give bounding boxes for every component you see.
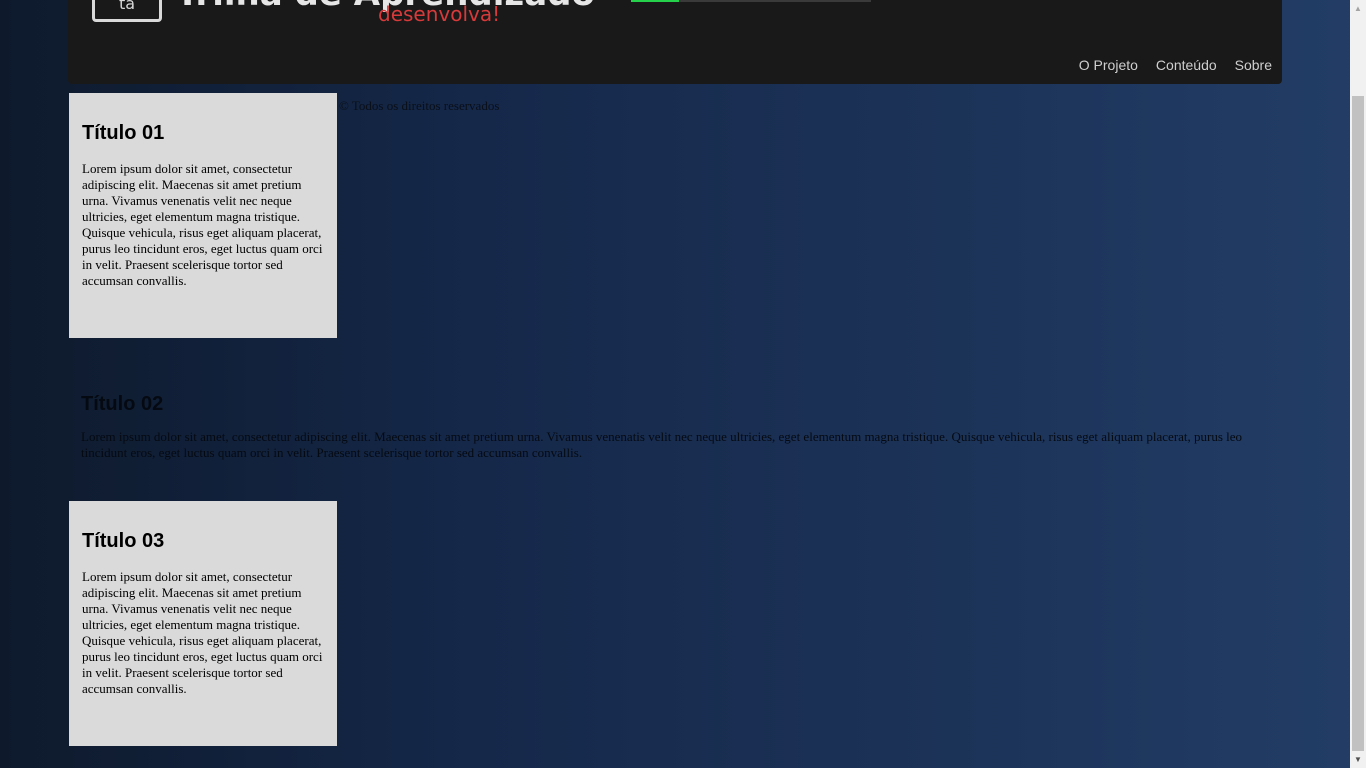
logo-subtitle: desenvolva!	[378, 2, 501, 26]
section-title: Título 02	[81, 393, 164, 415]
logo-mark-icon: ta	[92, 0, 162, 22]
progress-bar	[631, 0, 871, 2]
page-scrollbar[interactable]: ▲ ▼	[1350, 0, 1366, 768]
section-text: Lorem ipsum dolor sit amet, consectetur …	[81, 429, 1243, 460]
section-card-01: Título 01 Lorem ipsum dolor sit amet, co…	[69, 93, 337, 338]
site-logo[interactable]: ta Trilha de Aprendizado desenvolva!	[92, 0, 595, 28]
section-title: Título 01	[82, 122, 165, 144]
section-text: Lorem ipsum dolor sit amet, consectetur …	[82, 569, 323, 696]
copyright-text: © Todos os direitos reservados	[339, 98, 500, 113]
nav-link-sobre[interactable]: Sobre	[1235, 57, 1272, 73]
section-02: Título 02 Lorem ipsum dolor sit amet, co…	[81, 392, 1261, 461]
scroll-down-arrow-icon[interactable]: ▼	[1350, 751, 1366, 768]
scrollbar-thumb[interactable]	[1352, 96, 1364, 751]
section-title: Título 03	[82, 530, 165, 552]
section-text: Lorem ipsum dolor sit amet, consectetur …	[82, 161, 323, 288]
nav-link-conteudo[interactable]: Conteúdo	[1156, 57, 1217, 73]
progress-bar-fill	[631, 0, 679, 2]
section-card-03: Título 03 Lorem ipsum dolor sit amet, co…	[69, 501, 337, 746]
nav-link-o-projeto[interactable]: O Projeto	[1079, 57, 1138, 73]
main-nav: O Projeto Conteúdo Sobre	[1079, 57, 1272, 73]
scroll-up-arrow-icon[interactable]: ▲	[1350, 0, 1366, 17]
